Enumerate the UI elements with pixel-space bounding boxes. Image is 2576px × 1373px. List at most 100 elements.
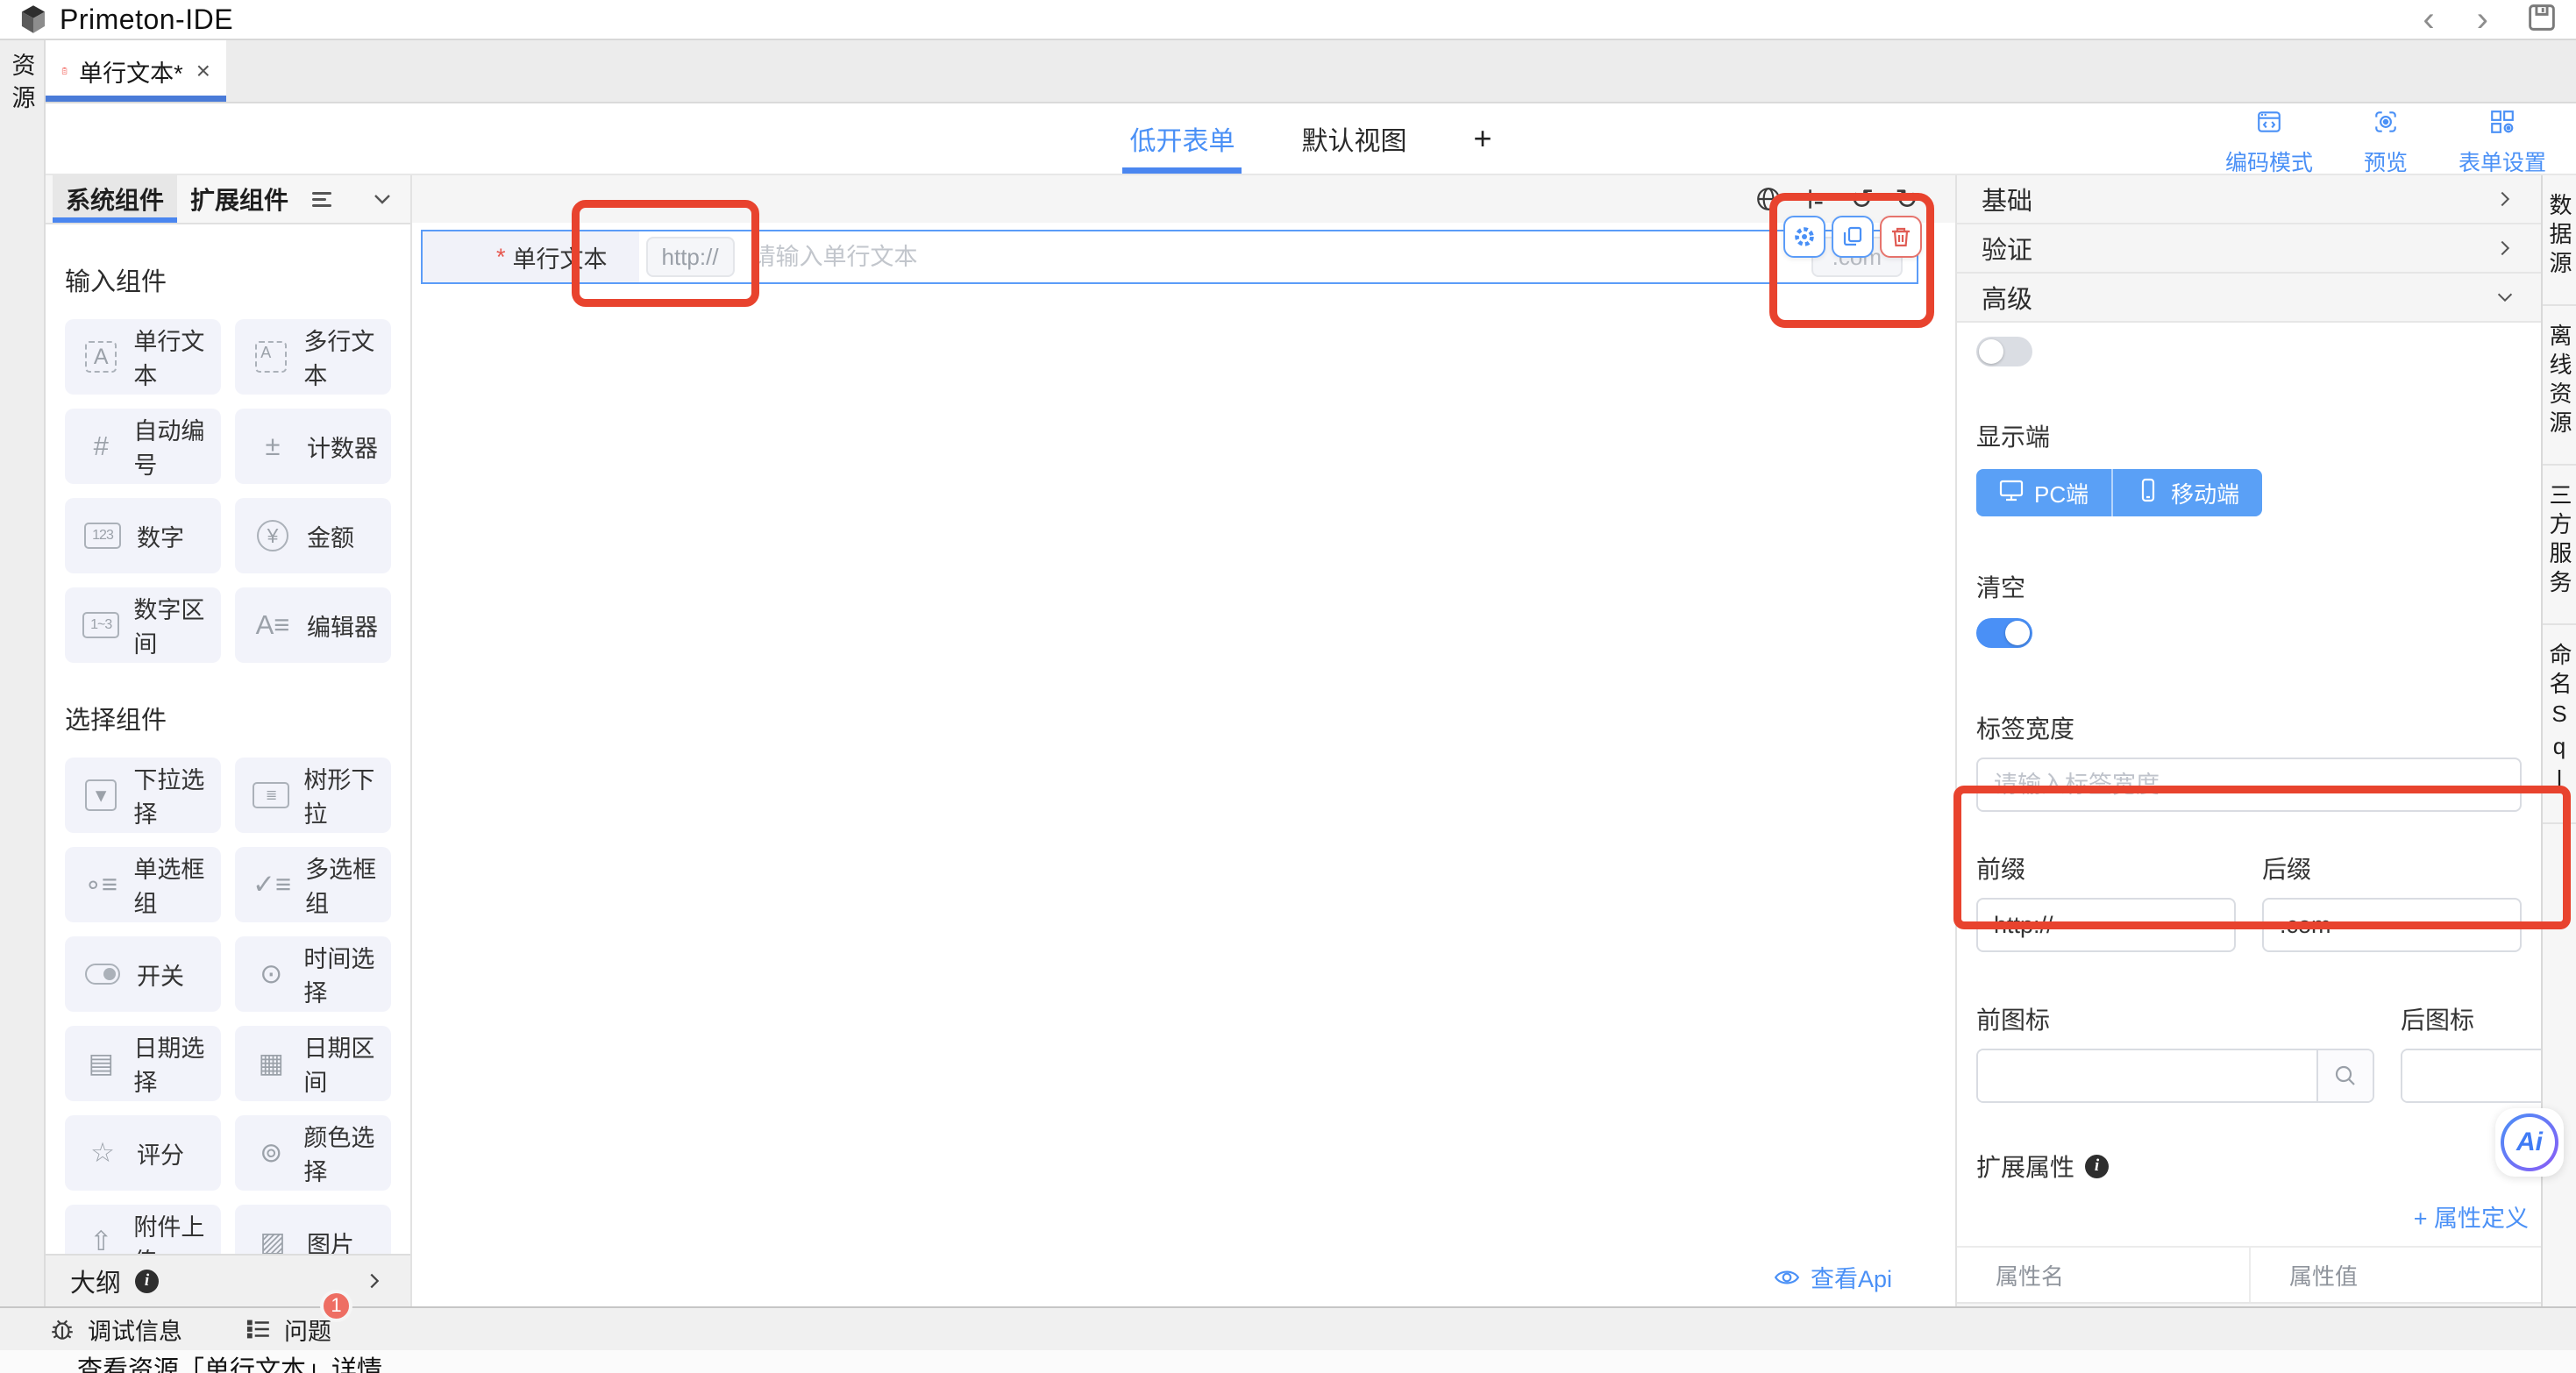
form-doc-icon (61, 59, 68, 83)
view-api-link[interactable]: 查看Api (1774, 1260, 1892, 1294)
component-chip-date-range[interactable]: ▦日期区间 (235, 1026, 391, 1101)
chevron-down-icon[interactable] (370, 175, 395, 223)
switch-icon (82, 964, 123, 985)
property-inspector: 基础验证高级 显示端 PC端移动端 清空 标签宽度 (1955, 175, 2541, 1306)
view-tab-0[interactable]: 低开表单 (1129, 103, 1235, 174)
field-settings-button[interactable] (1783, 216, 1825, 258)
rail-item-离线资源[interactable]: 离线资源 (2543, 306, 2576, 466)
component-chip-number-range[interactable]: 1~3数字区间 (65, 587, 221, 663)
rate-icon: ☆ (82, 1137, 123, 1169)
inspector-section-基础[interactable]: 基础 (1957, 175, 2541, 224)
eye-icon (1774, 1264, 1800, 1291)
component-chip-currency[interactable]: ¥金额 (235, 498, 391, 573)
pc-icon (1999, 478, 2024, 509)
chevron-right-icon (363, 1270, 386, 1292)
document-tab[interactable]: 单行文本* × (46, 40, 226, 102)
front-icon-input[interactable] (1978, 1050, 2316, 1101)
component-chip-radio-group[interactable]: ∘≡单选框组 (65, 847, 221, 922)
document-tab-label: 单行文本* (79, 54, 183, 89)
status-bar: 调试信息 问题1 (0, 1306, 2576, 1350)
statusbar-bug[interactable]: 调试信息 (49, 1313, 182, 1347)
display-pc-button[interactable]: PC端 (1976, 469, 2111, 516)
image-icon: ▨ (253, 1227, 293, 1254)
single-text-input[interactable] (735, 244, 1811, 271)
inspector-section-验证[interactable]: 验证 (1957, 224, 2541, 274)
chevron-right-icon (2494, 237, 2516, 260)
search-icon[interactable] (2316, 1050, 2373, 1101)
clear-toggle[interactable] (1976, 618, 2032, 648)
preview-button[interactable]: 预览 (2364, 109, 2408, 177)
view-tab-1[interactable]: 默认视图 (1301, 103, 1406, 174)
back-icon-input[interactable] (2402, 1050, 2541, 1101)
component-chip-date[interactable]: ▤日期选择 (65, 1026, 221, 1101)
rail-item-三方服务[interactable]: 三方服务 (2543, 466, 2576, 625)
problems-icon (246, 1316, 272, 1342)
form-toolbar: 低开表单默认视图 + 编码模式预览表单设置 (46, 103, 2576, 175)
code-mode-button[interactable]: 编码模式 (2225, 109, 2313, 177)
layout-columns-icon[interactable] (1803, 186, 1829, 212)
field-delete-button[interactable] (1880, 216, 1922, 258)
component-chip-time[interactable]: ⊙时间选择 (235, 936, 391, 1012)
components-list: 输入组件A单行文本A多行文本#自动编号±计数器123数字¥金额1~3数字区间A≡… (46, 224, 410, 1254)
component-chip-select[interactable]: ▾下拉选择 (65, 758, 221, 833)
prefix-input[interactable] (1976, 898, 2236, 952)
component-chip-switch[interactable]: 开关 (65, 936, 221, 1012)
label-width-input[interactable] (1976, 758, 2522, 812)
nav-back-icon[interactable]: ‹ (2419, 2, 2437, 37)
checkbox-group-icon: ✓≡ (253, 869, 291, 900)
field-prefix-addon: http:// (646, 237, 735, 277)
selected-field-single-text[interactable]: * 单行文本 http:// .com (421, 230, 1918, 284)
component-chip-number[interactable]: 123数字 (65, 498, 221, 573)
inspector-section-高级[interactable]: 高级 (1957, 274, 2541, 323)
form-settings-button[interactable]: 表单设置 (2459, 109, 2546, 177)
undo-icon[interactable]: ↺ (1850, 185, 1874, 213)
close-icon[interactable]: × (196, 57, 210, 85)
field-copy-button[interactable] (1832, 216, 1874, 258)
component-chip-tree-select[interactable]: ≣树形下拉 (235, 758, 391, 833)
advanced-section-content: 显示端 PC端移动端 清空 标签宽度 前缀 (1957, 323, 2541, 1306)
save-icon[interactable] (2527, 3, 2557, 37)
rail-item-命名Sql[interactable]: 命名Sql (2543, 625, 2576, 824)
rail-item-数据源[interactable]: 数据源 (2543, 175, 2576, 306)
globe-icon[interactable] (1755, 186, 1782, 212)
component-chip-rate[interactable]: ☆评分 (65, 1115, 221, 1191)
nav-forward-icon[interactable]: › (2473, 2, 2492, 37)
components-panel-tabs: 系统组件扩展组件 (46, 175, 410, 224)
inspector-accordion-top: 基础验证高级 (1957, 175, 2541, 323)
outline-bar[interactable]: 大纲 i (46, 1254, 410, 1306)
code-mode-icon (2256, 109, 2282, 141)
ai-gradient-ring: Ai (2501, 1113, 2558, 1171)
add-attr-definition-link[interactable]: + 属性定义 (1957, 1199, 2541, 1234)
date-range-icon: ▦ (253, 1048, 289, 1079)
list-view-icon[interactable] (312, 175, 331, 223)
display-target-buttons: PC端移动端 (1976, 469, 2262, 516)
top-actions: 编码模式预览表单设置 (2225, 109, 2546, 177)
component-chip-upload[interactable]: ⇧附件上传 (65, 1205, 221, 1254)
component-chip-image[interactable]: ▨图片 (235, 1205, 391, 1254)
components-tab-0[interactable]: 系统组件 (53, 175, 177, 223)
field-label: * 单行文本 (423, 231, 639, 282)
sidebar-item-resources[interactable]: 资源 (0, 40, 46, 1306)
component-chip-checkbox-group[interactable]: ✓≡多选框组 (235, 847, 391, 922)
display-mobile-button[interactable]: 移动端 (2111, 469, 2262, 516)
ai-assistant-button[interactable]: Ai (2495, 1108, 2564, 1177)
form-canvas[interactable]: ↺ ↻ * 单行文本 http:// .com (412, 175, 1955, 1306)
statusbar-problems[interactable]: 问题1 (246, 1313, 331, 1347)
footer-hint-text: 查看资源「单行文本」详情 (0, 1350, 2576, 1373)
suffix-input[interactable] (2262, 898, 2522, 952)
component-chip-editor[interactable]: A≡编辑器 (235, 587, 391, 663)
component-chip-color[interactable]: ⊚颜色选择 (235, 1115, 391, 1191)
advanced-toggle[interactable] (1976, 337, 2032, 366)
component-chip-single-text[interactable]: A单行文本 (65, 319, 221, 395)
select-icon: ▾ (82, 779, 119, 811)
problems-badge: 1 (320, 1290, 352, 1322)
redo-icon[interactable]: ↻ (1895, 185, 1918, 213)
component-chip-multi-text[interactable]: A多行文本 (235, 319, 391, 395)
component-chip-counter[interactable]: ±计数器 (235, 409, 391, 484)
number-range-icon: 1~3 (82, 612, 119, 638)
outline-label: 大纲 (70, 1263, 121, 1299)
component-chip-auto-number[interactable]: #自动编号 (65, 409, 221, 484)
add-view-button[interactable]: + (1473, 103, 1491, 174)
components-panel: 系统组件扩展组件 输入组件A单行文本A多行文本#自动编号±计数器123数字¥金额… (46, 175, 412, 1306)
components-tab-1[interactable]: 扩展组件 (177, 175, 302, 223)
